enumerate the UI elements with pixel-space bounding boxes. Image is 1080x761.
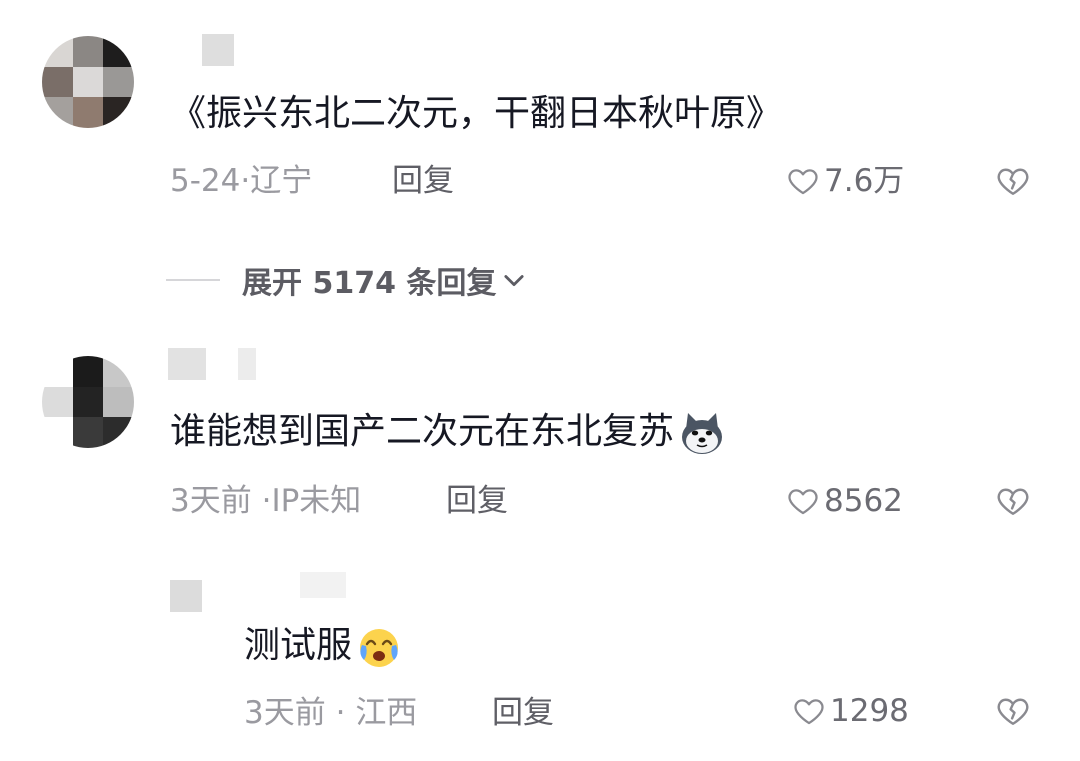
broken-heart-icon <box>997 488 1029 515</box>
heart-outline-icon <box>794 699 824 725</box>
like-button[interactable]: 1298 <box>792 693 909 729</box>
reply-button[interactable]: 回复 <box>446 483 508 519</box>
reply-text: 测试服 <box>244 624 402 670</box>
comment-meta: 3天前 ·IP未知 <box>170 483 362 519</box>
broken-heart-icon <box>997 168 1029 195</box>
username[interactable] <box>202 34 234 66</box>
like-count: 7.6万 <box>824 163 905 199</box>
like-button[interactable]: 7.6万 <box>786 163 904 199</box>
expand-replies-button[interactable]: 展开 5174 条回复 <box>166 258 528 302</box>
reply-date: 3天前 <box>244 695 326 731</box>
expand-divider <box>166 279 220 281</box>
avatar[interactable] <box>42 356 134 448</box>
tearful-laugh-emoji <box>360 629 399 667</box>
avatar[interactable] <box>42 36 134 128</box>
reply-button[interactable]: 回复 <box>392 163 454 199</box>
chevron-down-icon <box>504 275 524 287</box>
heart-outline-icon <box>788 489 818 515</box>
reply-username[interactable] <box>300 572 346 598</box>
reply-meta: 3天前 · 江西 <box>244 695 418 731</box>
reply-location: 江西 <box>355 695 418 731</box>
expand-replies-label: 展开 5174 条回复 <box>242 266 497 301</box>
dislike-button[interactable] <box>995 483 1031 523</box>
username[interactable] <box>170 580 202 612</box>
dislike-button[interactable] <box>995 163 1031 203</box>
comment-date: 3天前 <box>170 483 252 519</box>
dislike-button[interactable] <box>995 693 1031 733</box>
heart-outline-icon <box>788 169 818 195</box>
like-count: 8562 <box>824 483 903 519</box>
comment-text: 《振兴东北二次元，干翻日本秋叶原》 <box>170 93 783 134</box>
username[interactable] <box>168 348 256 380</box>
reply-button[interactable]: 回复 <box>492 695 554 731</box>
comment-text: 谁能想到国产二次元在东北复苏 <box>170 410 726 455</box>
comment-date: 5-24 <box>170 163 241 199</box>
husky-dog-emoji <box>682 413 723 454</box>
like-button[interactable]: 8562 <box>786 483 903 519</box>
comment-location: IP未知 <box>271 483 362 519</box>
like-count: 1298 <box>830 693 909 729</box>
broken-heart-icon <box>997 698 1029 725</box>
comment-meta: 5-24·辽宁 <box>170 163 313 199</box>
comment-location: 辽宁 <box>250 163 313 199</box>
